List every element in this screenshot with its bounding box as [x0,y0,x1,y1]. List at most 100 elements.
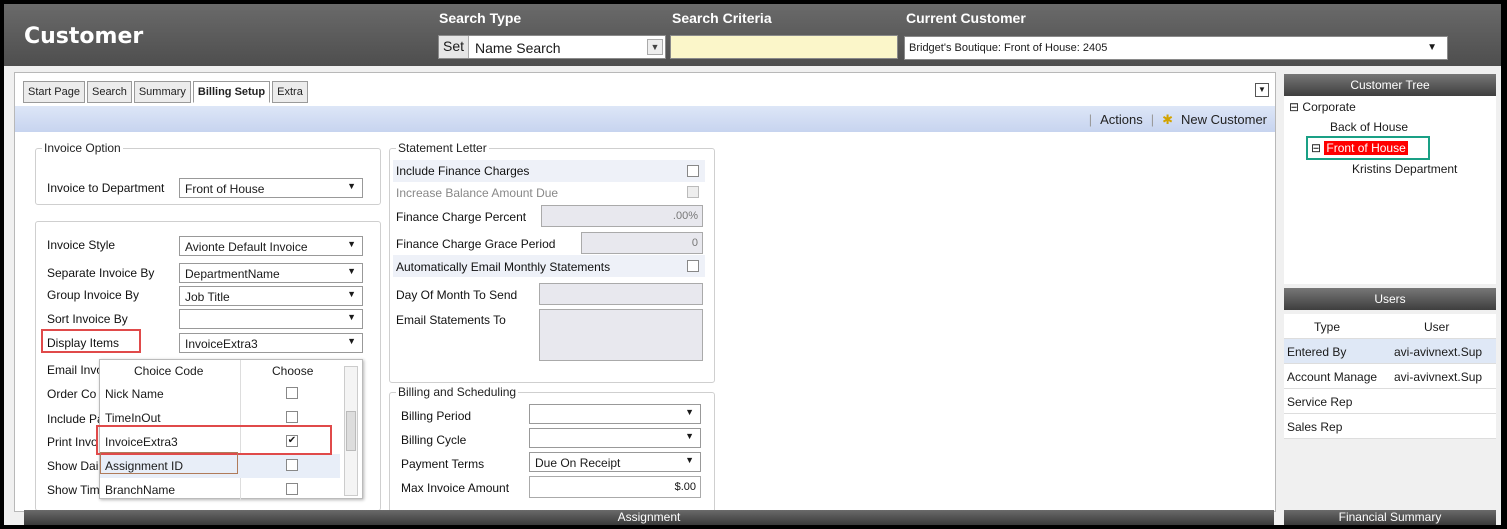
users-title: Users [1284,288,1496,310]
finance-percent-label: Finance Charge Percent [396,210,527,224]
sort-by-select[interactable]: ▼ [179,309,363,329]
invoice-to-department-label: Invoice to Department [47,181,165,195]
max-invoice-label: Max Invoice Amount [401,481,510,495]
customer-tree-title: Customer Tree [1284,74,1496,96]
tab-menu-dropdown[interactable]: ▼ [1255,83,1269,97]
current-customer-value: Bridget's Boutique: Front of House: 2405 [909,42,1108,54]
grace-period-input[interactable]: 0 [581,232,703,254]
invoice-style-label: Invoice Style [47,238,116,252]
actions-menu[interactable]: Actions [1100,112,1143,128]
table-row[interactable]: Service Rep [1284,389,1496,414]
auto-email-label: Automatically Email Monthly Statements [396,260,611,274]
chevron-down-icon: ▼ [685,455,694,465]
action-bar: | Actions | ✱ New Customer [15,106,1275,132]
group-by-select[interactable]: Job Title ▼ [179,286,363,306]
search-type-select[interactable]: Set Name Search ▼ [438,35,666,59]
list-item[interactable]: BranchName [100,478,340,502]
table-row[interactable]: Sales Rep [1284,414,1496,439]
separate-by-select[interactable]: DepartmentName ▼ [179,263,363,283]
increase-balance-checkbox[interactable] [687,186,699,198]
separate-by-label: Separate Invoice By [47,266,155,280]
app-frame: Customer Search Type Search Criteria Cur… [4,4,1501,525]
invoice-style-select[interactable]: Avionte Default Invoice ▼ [179,236,363,256]
popup-scrollbar[interactable] [344,366,358,496]
table-header: Type User [1284,314,1496,339]
choose-checkbox[interactable] [286,411,298,423]
order-label: Order Co [47,387,97,401]
tab-start-page[interactable]: Start Page [23,81,85,103]
invoice-option-legend: Invoice Option [44,141,121,155]
chevron-down-icon: ▼ [347,336,356,346]
chevron-down-icon: ▼ [347,312,356,322]
users-table: Type User Entered By avi-avivnext.Sup Ac… [1284,314,1496,439]
payment-terms-label: Payment Terms [401,457,485,471]
chevron-down-icon: ▼ [347,266,356,276]
page-title: Customer [24,24,144,49]
auto-email-checkbox[interactable] [687,260,699,272]
payment-terms-select[interactable]: Due On Receipt ▼ [529,452,701,472]
tab-summary[interactable]: Summary [133,81,191,103]
tree-node-corporate[interactable]: ⊟ Corporate [1289,100,1356,114]
choose-checkbox[interactable] [286,483,298,495]
print-invoice-label: Print Invo [47,435,98,449]
billing-cycle-label: Billing Cycle [401,433,467,447]
billing-legend: Billing and Scheduling [398,385,517,399]
day-of-month-label: Day Of Month To Send [396,288,518,302]
tree-node-front-of-house[interactable]: ⊟ Front of House [1311,141,1408,155]
assignment-bar[interactable]: Assignment [24,510,1274,525]
tab-strip: Start Page Search Summary Billing Setup … [23,81,310,103]
invoice-to-department-select[interactable]: Front of House ▼ [179,178,363,198]
focus-box [100,452,238,474]
financial-summary-bar[interactable]: Financial Summary [1284,510,1496,525]
search-type-value: Name Search [475,40,561,56]
tree-node-kristins-department[interactable]: Kristins Department [1352,162,1457,176]
tab-search[interactable]: Search [86,81,132,103]
choose-checkbox[interactable] [286,459,298,471]
billing-period-select[interactable]: ▼ [529,404,701,424]
search-criteria-label: Search Criteria [672,10,772,26]
billing-period-label: Billing Period [401,409,472,423]
statement-letter-legend: Statement Letter [398,141,487,155]
max-invoice-input[interactable]: $.00 [529,476,701,498]
show-time-label: Show Tim [47,483,100,497]
chevron-down-icon: ▼ [685,407,694,417]
billing-cycle-select[interactable]: ▼ [529,428,701,448]
sort-by-label: Sort Invoice By [47,312,128,326]
chevron-down-icon: ▼ [347,289,356,299]
choose-checkbox[interactable] [286,387,298,399]
day-of-month-input[interactable] [539,283,703,305]
new-customer-button[interactable]: New Customer [1181,112,1267,128]
scrollbar-thumb[interactable] [346,411,356,451]
tree-node-back-of-house[interactable]: Back of House [1330,120,1408,134]
email-invoice-label: Email Invo [47,363,104,377]
chevron-down-icon: ▼ [347,181,356,191]
display-items-select[interactable]: InvoiceExtra3 ▼ [179,333,363,353]
group-by-label: Group Invoice By [47,288,140,302]
search-type-label: Search Type [439,10,522,26]
include-label: Include Pa [47,412,104,426]
search-criteria-input[interactable] [670,35,898,59]
list-item[interactable]: Nick Name [100,382,340,406]
chevron-down-icon: ▼ [347,239,356,249]
new-customer-icon: ✱ [1162,112,1174,127]
tab-billing-setup[interactable]: Billing Setup [192,81,271,103]
tab-extra[interactable]: Extra [272,81,308,103]
increase-balance-label: Increase Balance Amount Due [396,186,559,200]
chevron-down-icon[interactable]: ▼ [647,39,663,55]
table-row[interactable]: Entered By avi-avivnext.Sup [1284,339,1496,364]
include-finance-checkbox[interactable] [687,165,699,177]
current-customer-select[interactable]: Bridget's Boutique: Front of House: 2405… [904,36,1448,60]
collapse-icon[interactable]: ⊟ [1311,141,1321,155]
highlight-box [96,425,332,455]
set-button[interactable]: Set [439,36,470,58]
email-to-input[interactable] [539,309,703,361]
highlight-box [41,329,141,353]
email-to-label: Email Statements To [396,313,506,327]
chevron-down-icon[interactable]: ▼ [1427,42,1437,53]
finance-percent-input[interactable]: .00% [541,205,703,227]
header-bar: Customer Search Type Search Criteria Cur… [4,4,1501,66]
grace-period-label: Finance Charge Grace Period [396,237,556,251]
collapse-icon[interactable]: ⊟ [1289,100,1299,114]
table-row[interactable]: Account Manage avi-avivnext.Sup [1284,364,1496,389]
current-customer-label: Current Customer [906,10,1026,26]
